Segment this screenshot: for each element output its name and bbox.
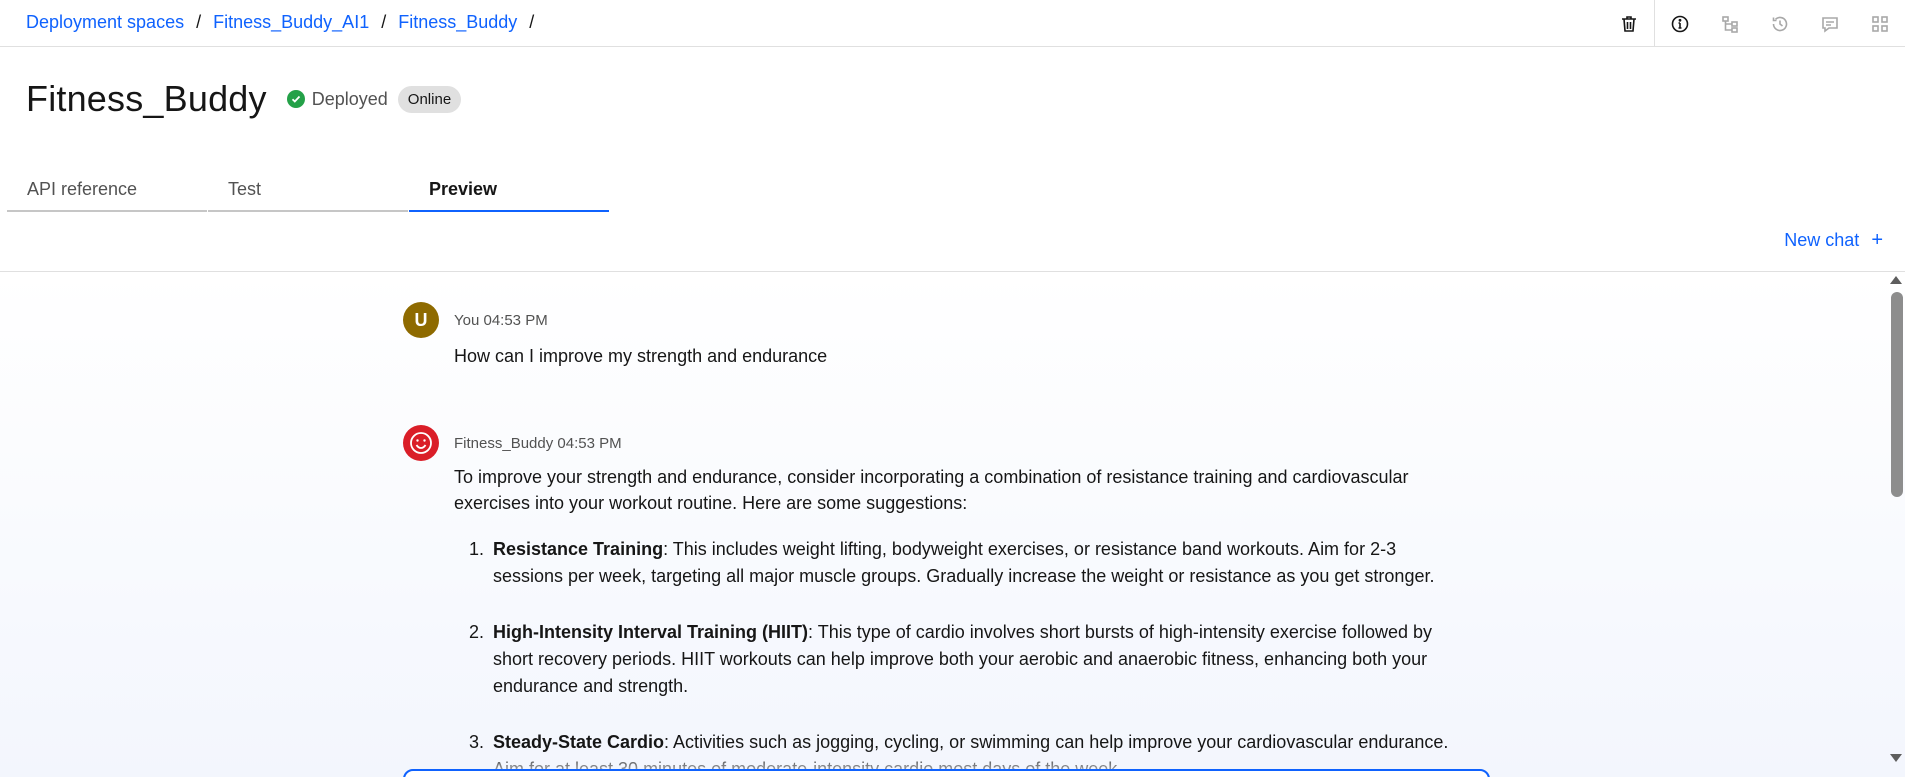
comment-icon bbox=[1822, 16, 1838, 33]
message-time: 04:53 PM bbox=[483, 312, 548, 329]
suggestion-list: Resistance Training: This includes weigh… bbox=[454, 536, 1464, 777]
breadcrumb: Deployment spaces / Fitness_Buddy_AI1 / … bbox=[26, 12, 546, 33]
page-title: Fitness_Buddy bbox=[26, 78, 267, 119]
breadcrumb-separator: / bbox=[381, 12, 387, 32]
delete-button[interactable] bbox=[1604, 0, 1654, 47]
checkmark-circle-icon bbox=[286, 90, 305, 108]
tab-test[interactable]: Test bbox=[208, 168, 408, 212]
tab-preview[interactable]: Preview bbox=[409, 168, 609, 212]
smiley-face-icon bbox=[403, 425, 439, 461]
deployment-status: Deployed bbox=[286, 88, 388, 110]
comments-button[interactable] bbox=[1805, 0, 1855, 47]
scrollbar-thumb[interactable] bbox=[1891, 292, 1903, 497]
apps-button[interactable] bbox=[1855, 0, 1905, 47]
new-chat-label: New chat bbox=[1784, 230, 1860, 250]
hierarchy-icon bbox=[1722, 15, 1738, 33]
breadcrumb-deployment[interactable]: Fitness_Buddy bbox=[398, 12, 517, 33]
info-icon bbox=[1671, 15, 1689, 32]
chat-input[interactable] bbox=[403, 769, 1490, 777]
status-label: Deployed bbox=[311, 88, 388, 109]
message-text: To improve your strength and endurance, … bbox=[454, 464, 1464, 777]
scroll-down-arrow[interactable] bbox=[1890, 754, 1902, 762]
list-item-title: Steady-State Cardio bbox=[493, 732, 665, 752]
avatar: U bbox=[403, 302, 439, 338]
history-button[interactable] bbox=[1755, 0, 1805, 47]
plus-icon: + bbox=[1871, 229, 1883, 251]
breadcrumb-deployment-spaces[interactable]: Deployment spaces bbox=[26, 12, 184, 33]
tab-api-reference[interactable]: API reference bbox=[7, 168, 207, 212]
tab-list: API reference Test Preview bbox=[7, 168, 610, 212]
chat-area[interactable]: U You 04:53 PM How can I improve my stre… bbox=[0, 271, 1905, 777]
status-badge: Online bbox=[397, 85, 462, 113]
message-meta: Fitness_Buddy 04:53 PM bbox=[454, 435, 622, 452]
message-meta: You 04:53 PM bbox=[454, 312, 548, 329]
message-time: 04:53 PM bbox=[557, 435, 622, 452]
trash-icon bbox=[1622, 15, 1636, 32]
breadcrumb-separator: / bbox=[196, 12, 202, 32]
message-text: How can I improve my strength and endura… bbox=[454, 346, 828, 366]
message-intro: To improve your strength and endurance, … bbox=[454, 467, 1409, 513]
list-item-title: High-Intensity Interval Training (HIIT) bbox=[493, 622, 809, 642]
new-chat-button[interactable]: New chat + bbox=[1784, 229, 1883, 252]
breadcrumb-project[interactable]: Fitness_Buddy_AI1 bbox=[213, 12, 369, 33]
page-header: Fitness_Buddy Deployed Online bbox=[26, 78, 462, 120]
toolbar bbox=[1604, 0, 1905, 47]
history-icon bbox=[1772, 16, 1788, 31]
list-item: High-Intensity Interval Training (HIIT):… bbox=[489, 619, 1464, 700]
apps-icon bbox=[1872, 15, 1888, 32]
top-bar: Deployment spaces / Fitness_Buddy_AI1 / … bbox=[0, 0, 1905, 47]
info-button[interactable] bbox=[1655, 0, 1705, 47]
list-item-title: Resistance Training bbox=[493, 539, 664, 559]
message-author: Fitness_Buddy bbox=[454, 435, 554, 452]
list-item: Resistance Training: This includes weigh… bbox=[489, 536, 1464, 590]
scroll-up-arrow[interactable] bbox=[1890, 276, 1902, 284]
breadcrumb-separator: / bbox=[529, 12, 535, 32]
message-author: You bbox=[454, 312, 480, 329]
lineage-button[interactable] bbox=[1705, 0, 1755, 47]
